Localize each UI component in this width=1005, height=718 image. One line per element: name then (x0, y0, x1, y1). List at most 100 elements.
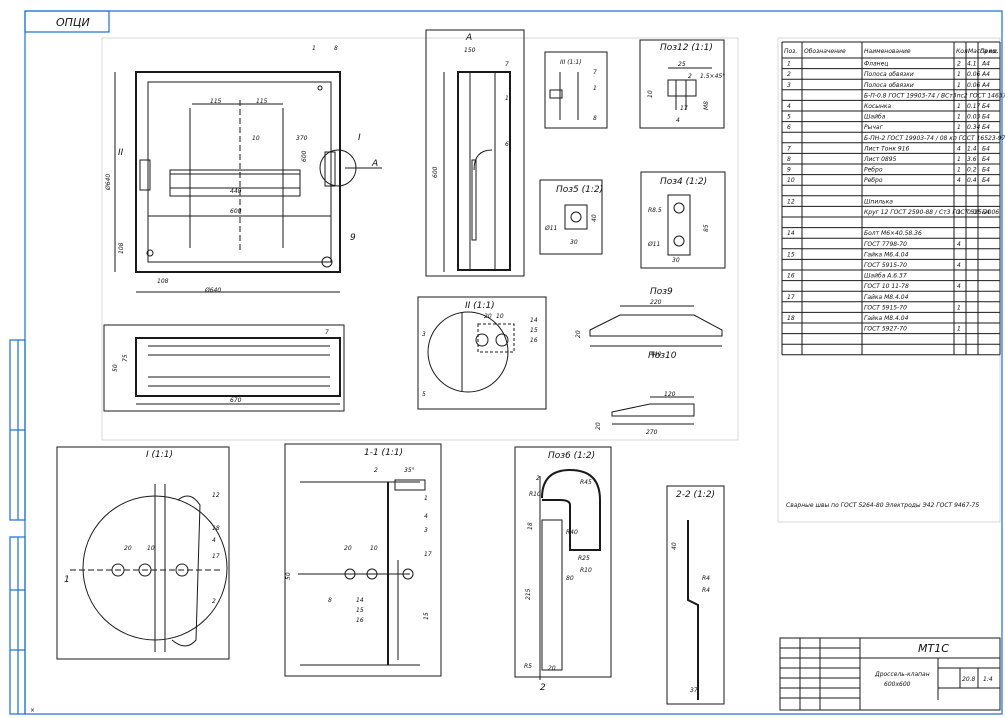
bom-name-cell: Ребро (864, 167, 883, 174)
svg-text:30: 30 (570, 239, 578, 246)
bom-name-cell: Косынка (864, 103, 892, 110)
drawing-code: МТ1С (918, 642, 949, 655)
bom-name-cell: ГОСТ 5927-70 (864, 326, 907, 333)
svg-text:5: 5 (422, 391, 426, 398)
bom-pos-cell: 8 (787, 156, 791, 163)
svg-text:III (1:1): III (1:1) (560, 59, 582, 66)
svg-text:4: 4 (424, 513, 428, 520)
svg-text:2: 2 (536, 475, 540, 482)
svg-text:7: 7 (325, 329, 329, 336)
svg-text:3: 3 (424, 527, 428, 534)
bom-qty-cell: 4 (957, 262, 961, 269)
svg-text:2: 2 (540, 683, 546, 693)
svg-text:2: 2 (212, 598, 216, 605)
svg-text:1-1 (1:1): 1-1 (1:1) (364, 448, 403, 458)
svg-text:R4: R4 (702, 587, 710, 594)
svg-text:4: 4 (212, 537, 216, 544)
bom-mass-cell: 0.2 (967, 167, 977, 174)
bom-pos-cell: 3 (787, 82, 791, 89)
svg-text:40: 40 (671, 542, 678, 550)
bom-note-cell: Б4 (982, 156, 990, 163)
svg-text:108: 108 (118, 242, 125, 254)
svg-text:18: 18 (527, 522, 534, 530)
svg-text:R4: R4 (702, 575, 710, 582)
svg-text:50: 50 (112, 364, 119, 372)
svg-text:1: 1 (593, 85, 597, 92)
bom-mass-cell: 1.4 (967, 145, 977, 152)
drawing-title-line2: 600х600 (884, 681, 911, 688)
svg-text:Поз12 (1:1): Поз12 (1:1) (660, 43, 713, 53)
bom-qty-cell: 1 (957, 209, 961, 216)
svg-text:20: 20 (484, 313, 492, 320)
svg-text:25: 25 (678, 61, 686, 68)
svg-text:35°: 35° (404, 467, 415, 474)
svg-text:10: 10 (147, 545, 155, 552)
bom-qty-cell: 1 (957, 114, 961, 121)
bom-mass-cell: 4.1 (967, 61, 977, 68)
bom-name-cell: ГОСТ 5915-70 (864, 262, 907, 269)
bom-name-cell: Фланец (864, 61, 888, 68)
svg-text:1: 1 (312, 45, 316, 52)
svg-text:108: 108 (157, 278, 169, 285)
bom-qty-cell: 1 (957, 124, 961, 131)
svg-text:Поз5 (1:2): Поз5 (1:2) (556, 185, 603, 195)
svg-text:R10: R10 (529, 491, 541, 498)
svg-text:150: 150 (464, 47, 476, 54)
bom-mass-cell: 0.01 (967, 209, 980, 216)
bom-name-cell: ГОСТ 10 11-78 (864, 283, 909, 290)
svg-text:6: 6 (505, 141, 509, 148)
svg-text:80: 80 (566, 575, 574, 582)
bom-name-cell: Болт М6×40.58.36 (864, 230, 922, 237)
bom-qty-cell: 4 (957, 145, 961, 152)
bom-pos-cell: 16 (787, 273, 795, 280)
detail-i-view: I (1:1) 12 18 4 17 2 20 10 1 (56, 446, 230, 660)
bom-name-cell: Гайка М6.4.04 (864, 251, 909, 258)
bom-pos-cell: 4 (787, 103, 791, 110)
bom-note-cell: А4 (981, 71, 990, 78)
bom-name-cell: Полоса обвязки (864, 71, 914, 78)
svg-text:115: 115 (256, 98, 268, 105)
technical-drawing-sheet: ОПЦИ × 1 8 115 115 440 600 600 108 108 Ø… (9, 10, 1005, 715)
bom-qty-cell: 4 (957, 241, 961, 248)
svg-text:3: 3 (422, 331, 426, 338)
bom-qty-cell: 1 (957, 103, 961, 110)
bom-note-cell: Б4 (982, 177, 990, 184)
svg-text:75: 75 (122, 354, 129, 362)
bom-mass-cell: 0.34 (967, 124, 981, 131)
bom-qty-cell: 1 (957, 156, 961, 163)
bom-mass-cell: 0.06 (967, 71, 981, 78)
bom-name-cell: Гайка М8.4.04 (864, 315, 909, 322)
svg-text:R25: R25 (578, 555, 590, 562)
bom-name-cell: Лист 0895 (863, 156, 897, 163)
svg-text:A: A (371, 159, 378, 169)
drawing-title-line1: Дроссель-клапан (874, 671, 930, 678)
bom-pos-cell: 7 (787, 145, 791, 152)
bom-note-cell: Б4 (982, 145, 990, 152)
svg-text:20: 20 (575, 330, 582, 338)
svg-text:2: 2 (688, 73, 692, 80)
svg-text:20: 20 (548, 665, 556, 672)
bom-mass-cell: 0.03 (967, 114, 981, 121)
svg-text:II: II (118, 148, 124, 158)
bom-note-cell: Б4 (982, 124, 990, 131)
svg-text:37: 37 (690, 687, 698, 694)
bom-name-cell: Лист Тонк 916 (863, 145, 910, 152)
svg-text:370: 370 (296, 135, 308, 142)
bom-header-cell: Наименование (864, 48, 911, 55)
svg-text:7: 7 (505, 61, 509, 68)
bom-note-cell: Б4 (982, 167, 990, 174)
svg-text:Поз4 (1:2): Поз4 (1:2) (660, 177, 707, 187)
svg-text:1: 1 (64, 575, 70, 585)
svg-text:600: 600 (432, 166, 439, 178)
bom-note-cell: А4 (981, 82, 990, 89)
svg-text:17: 17 (212, 553, 220, 560)
svg-text:Ø11: Ø11 (544, 225, 557, 232)
svg-text:2-2 (1:2): 2-2 (1:2) (676, 490, 715, 500)
drawing-mass: 20.8 (962, 676, 976, 683)
svg-text:I: I (358, 133, 361, 143)
bom-qty-cell: 1 (957, 304, 961, 311)
bom-pos-cell: 15 (787, 251, 795, 258)
svg-text:10: 10 (647, 90, 654, 98)
bom-pos-cell: 5 (787, 114, 791, 121)
svg-text:R40: R40 (566, 529, 578, 536)
